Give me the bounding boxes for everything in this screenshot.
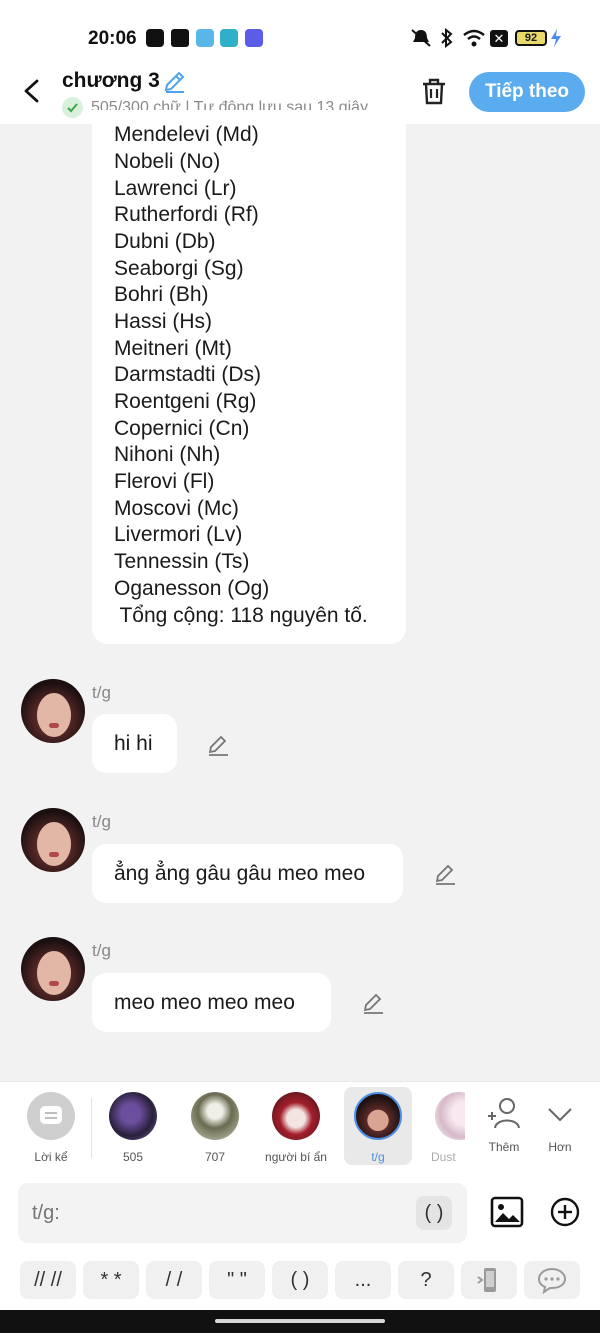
- character-label: 505: [122, 1150, 144, 1164]
- list-item: Roentgeni (Rg): [114, 390, 257, 413]
- back-arrow-icon[interactable]: [18, 76, 46, 106]
- list-item: Bohri (Bh): [114, 283, 209, 306]
- list-item: Oganesson (Og): [114, 577, 270, 600]
- total-line: Tổng cộng: 118 nguyên tố.: [114, 604, 368, 627]
- phone-tool-button[interactable]: [461, 1261, 517, 1299]
- format-italic-button[interactable]: / /: [146, 1261, 202, 1299]
- mute-icon: [411, 29, 431, 47]
- add-person-icon: [488, 1098, 520, 1129]
- format-bold-button[interactable]: * *: [83, 1261, 139, 1299]
- saved-check-icon: [62, 97, 83, 118]
- edit-title-icon[interactable]: [162, 69, 188, 95]
- character-selector: Lời kể 505 707 người bí ẩn t/g Dust Thêm…: [0, 1081, 600, 1173]
- list-item: Lawrenci (Lr): [114, 177, 237, 200]
- list-item: Moscovi (Mc): [114, 497, 239, 520]
- edit-message-icon[interactable]: [433, 862, 457, 886]
- format-paren-button[interactable]: ( ): [272, 1261, 328, 1299]
- avatar[interactable]: [21, 679, 85, 743]
- robot-app-icon: [196, 29, 214, 47]
- format-quote-button[interactable]: " ": [209, 1261, 265, 1299]
- p-app-icon: [146, 29, 164, 47]
- composer: ( ): [0, 1173, 600, 1253]
- purple-app-icon: [245, 29, 263, 47]
- list-item: Seaborgi (Sg): [114, 257, 244, 280]
- parentheses-button[interactable]: ( ): [416, 1196, 452, 1230]
- list-item: Livermori (Lv): [114, 523, 243, 546]
- avatar: [354, 1092, 402, 1140]
- more-button[interactable]: Hơn: [526, 1088, 594, 1154]
- character-narrator[interactable]: Lời kể: [17, 1088, 85, 1164]
- list-item: Dubni (Db): [114, 230, 216, 253]
- edit-message-icon[interactable]: [206, 733, 230, 757]
- character-label: Dust: [431, 1150, 456, 1164]
- avatar[interactable]: [21, 937, 85, 1001]
- status-time: 20:06: [88, 28, 137, 49]
- sender-name: t/g: [92, 683, 111, 702]
- character-505[interactable]: 505: [99, 1088, 167, 1164]
- message-bubble[interactable]: meo meo meo meo: [92, 973, 331, 1032]
- list-item: Meitneri (Mt): [114, 337, 232, 360]
- system-nav-bar: [0, 1310, 600, 1333]
- avatar: [272, 1092, 320, 1140]
- chat-bubble-icon: [537, 1267, 567, 1295]
- character-707[interactable]: 707: [181, 1088, 249, 1164]
- list-item: Mendelevi (Md): [114, 123, 259, 146]
- character-label: 707: [204, 1150, 226, 1164]
- divider: [91, 1098, 92, 1158]
- message-bubble[interactable]: hi hi: [92, 714, 177, 773]
- list-item: Copernici (Cn): [114, 417, 250, 440]
- character-label: Lời kể: [34, 1150, 68, 1164]
- phone-vibrate-icon: [477, 1268, 496, 1292]
- format-question-button[interactable]: ?: [398, 1261, 454, 1299]
- sender-name: t/g: [92, 941, 111, 960]
- sender-name: t/g: [92, 812, 111, 831]
- next-button[interactable]: Tiếp theo: [469, 72, 585, 112]
- avatar: [435, 1092, 465, 1140]
- bluetooth-icon: [441, 28, 453, 48]
- list-item: Nihoni (Nh): [114, 443, 221, 466]
- status-bar: 20:06 ✕ 92: [0, 0, 600, 62]
- home-indicator[interactable]: [215, 1319, 385, 1323]
- chapter-title[interactable]: chương 3: [62, 69, 160, 93]
- image-icon[interactable]: [489, 1194, 525, 1230]
- avatar: [109, 1092, 157, 1140]
- message-bubble[interactable]: ẳng ẳng gâu gâu meo meo: [92, 844, 403, 903]
- character-label: t/g: [371, 1150, 385, 1164]
- charging-icon: [551, 29, 561, 47]
- format-toolbar: // // * * / / " " ( ) ... ?: [0, 1253, 600, 1310]
- list-item: Darmstadti (Ds): [114, 363, 262, 386]
- list-item: Tennessin (Ts): [114, 550, 250, 573]
- wifi-icon: [463, 29, 485, 47]
- avatar[interactable]: [21, 808, 85, 872]
- list-item: Nobeli (No): [114, 150, 221, 173]
- format-ellipsis-button[interactable]: ...: [335, 1261, 391, 1299]
- edit-message-icon[interactable]: [361, 991, 385, 1015]
- message-input[interactable]: [18, 1183, 467, 1243]
- format-italic-bold-button[interactable]: // //: [20, 1261, 76, 1299]
- character-label: người bí ẩn: [265, 1150, 327, 1164]
- shop-app-icon: [171, 29, 189, 47]
- bird-app-icon: [220, 29, 238, 47]
- narrator-icon: [27, 1092, 75, 1140]
- avatar: [191, 1092, 239, 1140]
- battery-indicator: 92: [515, 30, 547, 46]
- trash-icon[interactable]: [418, 75, 450, 107]
- character-label: Hơn: [548, 1140, 572, 1154]
- character-tg[interactable]: t/g: [344, 1088, 412, 1164]
- list-item: Flerovi (Fl): [114, 470, 215, 493]
- list-item: Rutherfordi (Rf): [114, 203, 259, 226]
- list-item: Hassi (Hs): [114, 310, 212, 333]
- character-mystery[interactable]: người bí ẩn: [262, 1088, 330, 1164]
- sim-off-icon: ✕: [490, 30, 508, 47]
- add-circle-icon[interactable]: [548, 1195, 582, 1229]
- character-dust[interactable]: Dust: [425, 1088, 465, 1164]
- chevron-down-icon: [548, 1108, 572, 1122]
- chat-tool-button[interactable]: [524, 1261, 580, 1299]
